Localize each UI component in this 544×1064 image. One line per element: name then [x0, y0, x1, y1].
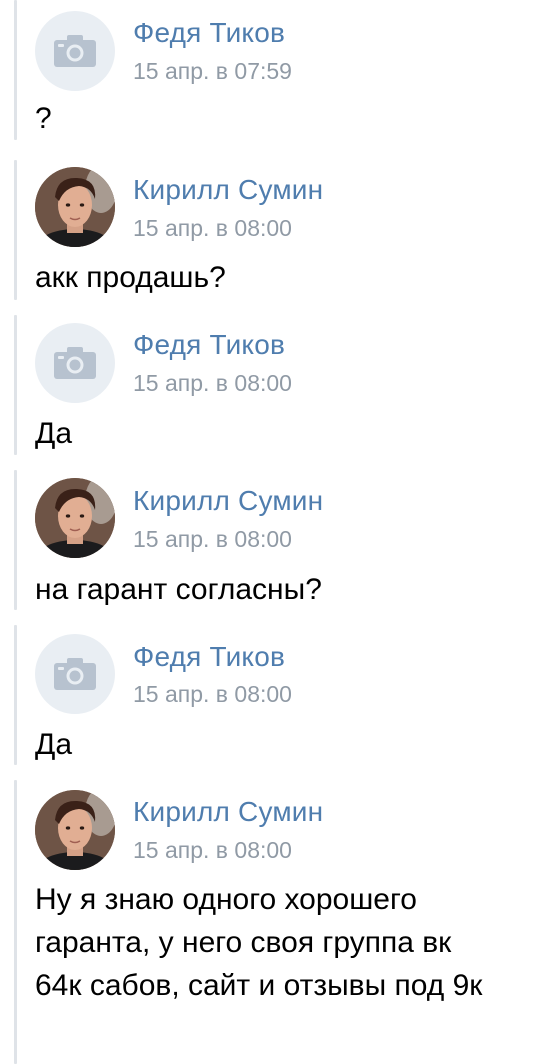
avatar[interactable]	[35, 634, 115, 714]
message-text: на гарант согласны?	[35, 573, 322, 606]
author-name[interactable]: Федя Тиков	[133, 17, 285, 49]
user-photo-icon	[35, 167, 115, 247]
user-photo-icon	[35, 790, 115, 870]
message-time: 15 апр. в 08:00	[133, 370, 292, 396]
message-item: Кирилл Сумин 15 апр. в 08:00 Ну я знаю о…	[0, 780, 544, 1064]
message-item: Кирилл Сумин 15 апр. в 08:00 на гарант с…	[0, 470, 544, 614]
author-name[interactable]: Федя Тиков	[133, 329, 285, 361]
quote-line	[14, 160, 17, 300]
message-text: Да	[35, 728, 73, 761]
message-time: 15 апр. в 07:59	[133, 58, 292, 84]
avatar[interactable]	[35, 167, 115, 247]
quote-line	[14, 780, 17, 1064]
message-text: акк продашь?	[35, 261, 226, 294]
camera-icon	[54, 347, 96, 379]
author-name[interactable]: Кирилл Сумин	[133, 796, 323, 828]
user-photo-icon	[35, 478, 115, 558]
camera-icon	[54, 35, 96, 67]
author-name[interactable]: Кирилл Сумин	[133, 174, 323, 206]
message-text: Да	[35, 417, 73, 450]
avatar[interactable]	[35, 11, 115, 91]
message-feed: Федя Тиков 15 апр. в 07:59 ? Кирилл Суми…	[0, 0, 544, 1064]
message-time: 15 апр. в 08:00	[133, 681, 292, 707]
message-text: Ну я знаю одного хорошего гаранта, у нег…	[35, 883, 483, 1002]
message-time: 15 апр. в 08:00	[133, 215, 292, 241]
message-item: Кирилл Сумин 15 апр. в 08:00 акк продашь…	[0, 160, 544, 304]
message-item: Федя Тиков 15 апр. в 08:00 Да	[0, 315, 544, 459]
avatar[interactable]	[35, 323, 115, 403]
message-time: 15 апр. в 08:00	[133, 837, 292, 863]
avatar[interactable]	[35, 478, 115, 558]
message-item: Федя Тиков 15 апр. в 08:00 Да	[0, 625, 544, 769]
message-time: 15 апр. в 08:00	[133, 526, 292, 552]
message-text: ?	[35, 102, 52, 135]
quote-line	[14, 625, 17, 765]
author-name[interactable]: Кирилл Сумин	[133, 485, 323, 517]
camera-icon	[54, 658, 96, 690]
quote-line	[14, 315, 17, 455]
avatar[interactable]	[35, 790, 115, 870]
quote-line	[14, 0, 17, 140]
quote-line	[14, 470, 17, 610]
author-name[interactable]: Федя Тиков	[133, 641, 285, 673]
message-item: Федя Тиков 15 апр. в 07:59 ?	[0, 0, 544, 148]
